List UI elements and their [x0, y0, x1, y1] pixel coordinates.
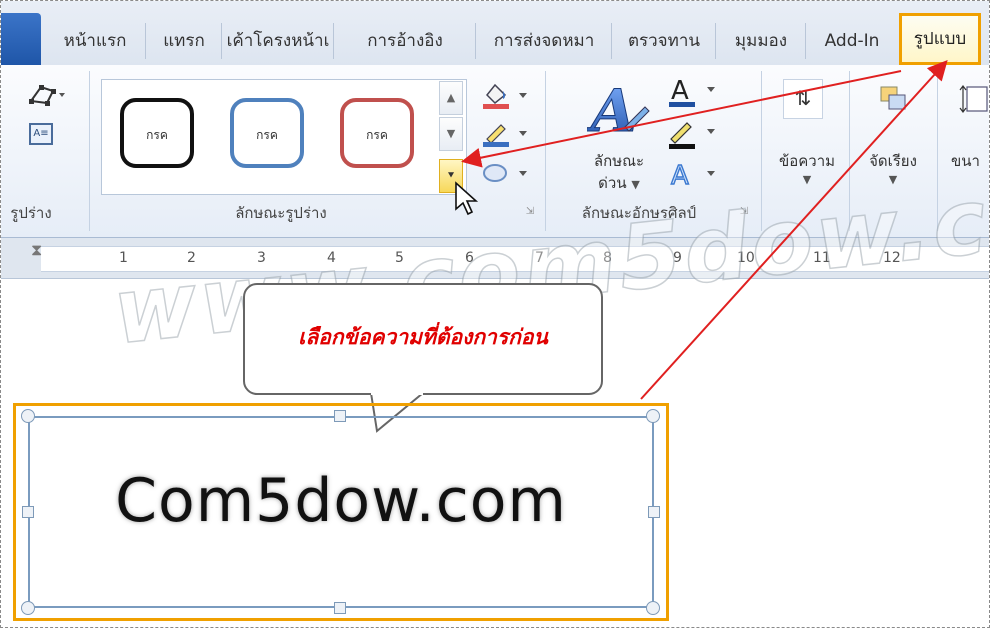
tab-references[interactable]: การอ้างอิง: [335, 23, 476, 59]
resize-handle-bottom[interactable]: [334, 602, 346, 614]
tab-insert[interactable]: แทรก: [147, 23, 222, 59]
shape-style-black[interactable]: กรค: [120, 98, 194, 168]
resize-handle-top[interactable]: [334, 410, 346, 422]
text-box-icon[interactable]: A≡: [29, 123, 53, 145]
resize-handle-right[interactable]: [648, 506, 660, 518]
shape-styles-gallery: กรค กรค กรค: [101, 79, 467, 195]
svg-text:A: A: [587, 77, 636, 145]
text-fill-icon[interactable]: A: [665, 75, 725, 109]
group-label-shapes: รูปร่าง: [10, 204, 52, 222]
group-label-shape-styles: ลักษณะรูปร่าง: [235, 204, 327, 222]
selected-textbox-highlight: Com5dow.com: [13, 403, 669, 621]
textbox[interactable]: Com5dow.com: [28, 416, 654, 608]
svg-text:A: A: [671, 161, 689, 189]
gallery-scroll: ▲ ▼ ⯆: [439, 81, 463, 193]
shape-effects-icon[interactable]: [481, 159, 533, 187]
shape-style-blue[interactable]: กรค: [230, 98, 304, 168]
file-tab[interactable]: [1, 13, 41, 65]
resize-handle-top-left[interactable]: [21, 409, 35, 423]
callout-text: เลือกข้อความที่ต้องการก่อน: [298, 325, 548, 349]
svg-text:A: A: [671, 76, 689, 106]
text-direction-icon[interactable]: ⇅: [783, 79, 823, 119]
word-window: หน้าแรก แทรก เค้าโครงหน้าเ การอ้างอิง กา…: [0, 0, 990, 628]
tab-page-layout[interactable]: เค้าโครงหน้าเ: [223, 23, 334, 59]
resize-handle-top-right[interactable]: [646, 409, 660, 423]
instruction-callout: เลือกข้อความที่ต้องการก่อน: [243, 283, 603, 395]
tab-review[interactable]: ตรวจทาน: [613, 23, 716, 59]
resize-handle-bottom-left[interactable]: [21, 601, 35, 615]
quick-styles-label: ลักษณะ: [593, 152, 645, 170]
gallery-scroll-down-button[interactable]: ▼: [439, 117, 463, 151]
chevron-down-icon: ▼: [631, 178, 640, 191]
tab-mailings[interactable]: การส่งจดหมา: [477, 23, 612, 59]
quick-styles-icon[interactable]: A: [586, 75, 651, 146]
tab-view[interactable]: มุมมอง: [717, 23, 806, 59]
tab-format[interactable]: รูปแบบ: [899, 13, 981, 65]
group-separator: [545, 71, 546, 231]
tab-home[interactable]: หน้าแรก: [45, 23, 146, 59]
shape-fill-icon[interactable]: [481, 81, 533, 111]
group-separator: [89, 71, 90, 231]
size-icon[interactable]: [959, 79, 989, 119]
resize-handle-left[interactable]: [22, 506, 34, 518]
quick-styles-label-2[interactable]: ด่วน ▼: [577, 171, 661, 195]
ribbon-tab-bar: หน้าแรก แทรก เค้าโครงหน้าเ การอ้างอิง กา…: [1, 1, 989, 66]
indent-marker-icon[interactable]: ⧗: [31, 240, 42, 260]
text-effects-icon[interactable]: A: [665, 159, 725, 192]
edit-shape-icon[interactable]: [27, 81, 67, 111]
arrange-icon[interactable]: [873, 79, 913, 119]
text-outline-icon[interactable]: [665, 117, 725, 151]
resize-handle-bottom-right[interactable]: [646, 601, 660, 615]
quick-styles-sub-label: ด่วน: [598, 174, 627, 192]
mouse-cursor-icon: [453, 181, 481, 217]
textbox-text[interactable]: Com5dow.com: [30, 466, 652, 536]
shape-outline-icon[interactable]: [481, 119, 533, 149]
gallery-scroll-up-button[interactable]: ▲: [439, 81, 463, 115]
tab-add-in[interactable]: Add-In: [807, 23, 897, 59]
shape-style-red[interactable]: กรค: [340, 98, 414, 168]
